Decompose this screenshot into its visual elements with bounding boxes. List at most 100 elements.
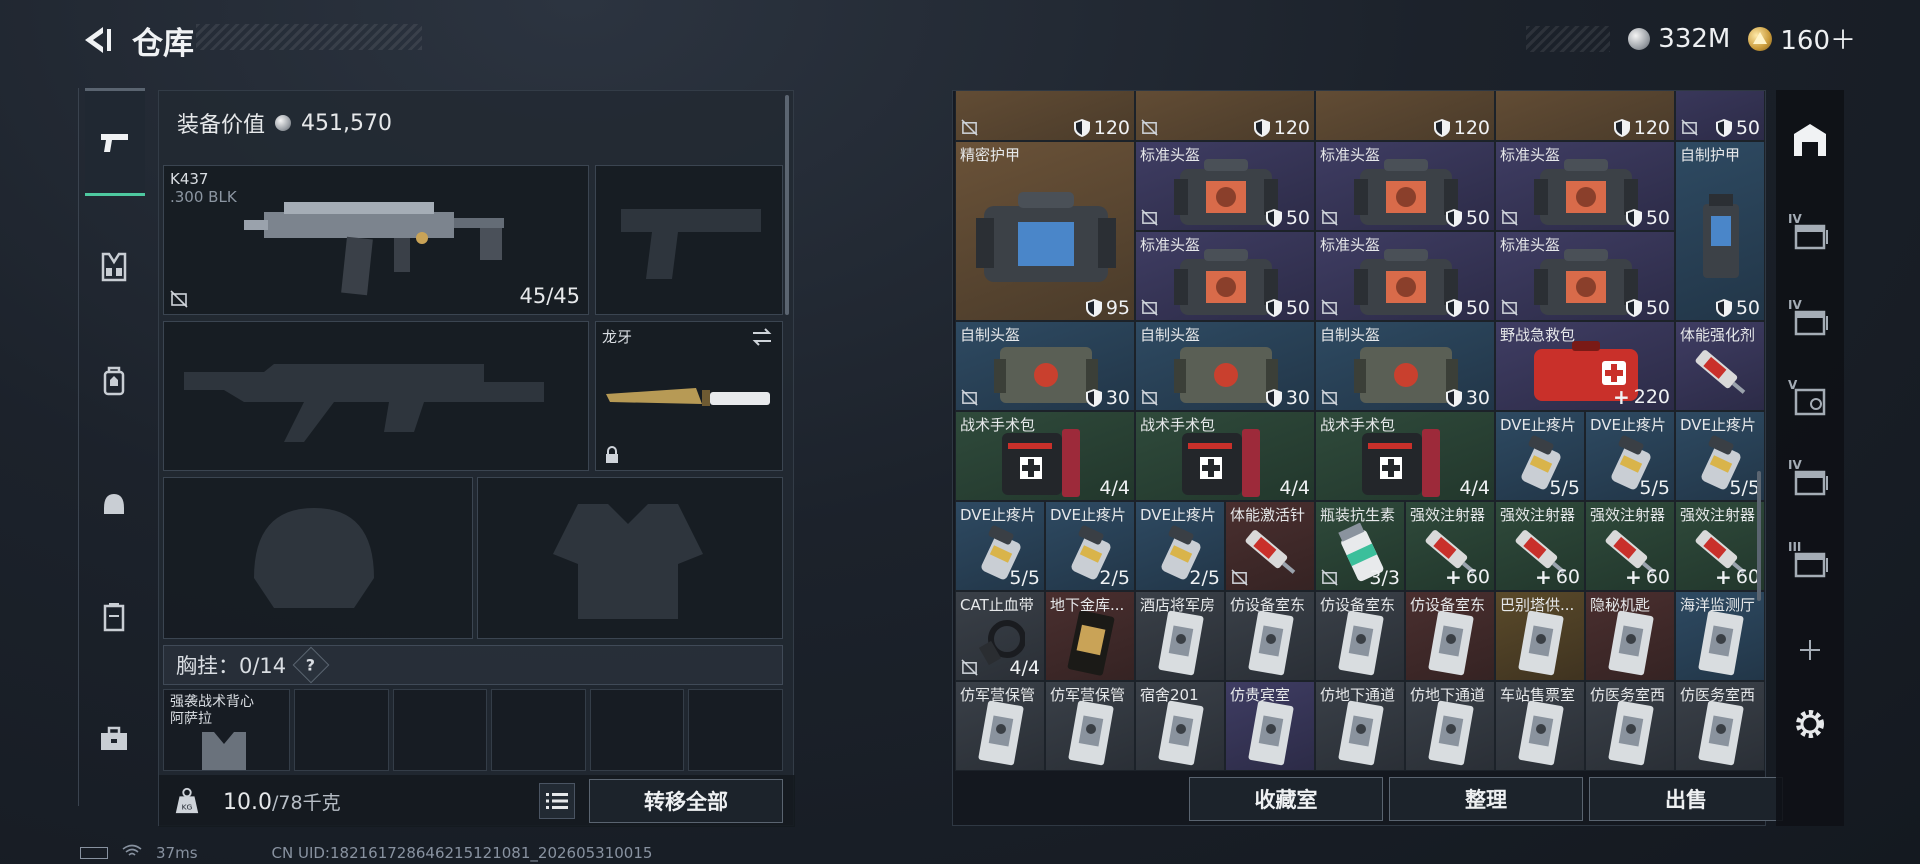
medical-item[interactable]: 强效注射器 +60 xyxy=(1585,500,1675,591)
standard-helmet-item[interactable]: 标准头盔 50 xyxy=(1135,230,1315,321)
tourniquet-item[interactable]: CAT止血带 4/4 xyxy=(955,590,1045,681)
self-helmet-item[interactable]: 自制头盔 30 xyxy=(1135,320,1315,411)
chest-rig-bar[interactable]: 胸挂：0/14 ? xyxy=(163,645,783,685)
keycard-item[interactable]: 宿舍201 xyxy=(1135,680,1225,771)
keycard-item[interactable]: 地下金库... xyxy=(1045,590,1135,681)
rail-tab-locker[interactable] xyxy=(85,588,143,646)
keycard-item[interactable]: 仿贵宾室 xyxy=(1225,680,1315,771)
medical-item[interactable]: 强效注射器 +60 xyxy=(1405,500,1495,591)
storage-tab-2[interactable]: IV xyxy=(1786,296,1834,344)
storage-tab-5[interactable]: III xyxy=(1786,538,1834,586)
help-icon[interactable]: ? xyxy=(292,646,330,684)
storage-tab-6[interactable] xyxy=(1786,626,1834,674)
keycard-item[interactable]: 仿设备室东 xyxy=(1225,590,1315,681)
storage-tab-1[interactable]: IV xyxy=(1786,210,1834,258)
gold-currency[interactable]: 160＋ xyxy=(1748,20,1856,57)
keycard-item[interactable]: 仿地下通道 xyxy=(1315,680,1405,771)
primary-weapon-slot[interactable]: K437 .300 BLK 45/45 xyxy=(163,165,589,315)
item-value: 120 xyxy=(1253,117,1310,139)
empty-slot[interactable] xyxy=(294,689,389,771)
storage-tab-3[interactable]: V xyxy=(1786,376,1834,424)
silver-currency[interactable]: 332M xyxy=(1628,24,1730,54)
standard-helmet-item[interactable]: 标准头盔 50 xyxy=(1135,140,1315,231)
keycard-item[interactable]: 巴别塔供... xyxy=(1495,590,1585,681)
precision-armor-item[interactable]: 精密护甲 95 xyxy=(955,140,1135,321)
armor-item[interactable]: 120 xyxy=(1315,91,1495,141)
armor-item[interactable]: 120 xyxy=(1135,91,1315,141)
armor-item[interactable]: 120 xyxy=(1495,91,1675,141)
keycard-item[interactable]: 仿医务室西 xyxy=(1585,680,1675,771)
keycard-item[interactable]: 仿设备室东 xyxy=(1405,590,1495,681)
rail-tab-weapons[interactable] xyxy=(85,88,145,196)
item-value: 5/5 xyxy=(1009,566,1040,589)
keycard-item[interactable]: 仿地下通道 xyxy=(1405,680,1495,771)
empty-slot[interactable] xyxy=(688,689,783,771)
medical-item[interactable]: 瓶装抗生素 3/3 xyxy=(1315,500,1405,591)
rail-tab-chest-rig[interactable] xyxy=(85,238,143,296)
equipment-value-amount: 451,570 xyxy=(301,110,392,136)
painkiller-item[interactable]: DVE止疼片 5/5 xyxy=(1675,410,1765,501)
surgery-kit-item[interactable]: 战术手术包 4/4 xyxy=(1315,410,1495,501)
self-armor-item[interactable]: 自制护甲 50 xyxy=(1675,140,1765,321)
ping-text: 37ms xyxy=(156,844,198,862)
item-value: 5/5 xyxy=(1549,476,1580,499)
melee-slot[interactable]: 龙牙 xyxy=(595,321,783,471)
medical-item[interactable]: 体能激活针 xyxy=(1225,500,1315,591)
standard-helmet-item[interactable]: 标准头盔 50 xyxy=(1315,230,1495,321)
equipment-scrollbar[interactable] xyxy=(785,95,789,315)
medical-item[interactable]: DVE止疼片 2/5 xyxy=(1135,500,1225,591)
surgery-kit-item[interactable]: 战术手术包 4/4 xyxy=(955,410,1135,501)
medical-item[interactable]: DVE止疼片 5/5 xyxy=(955,500,1045,591)
armor-item[interactable]: 50 xyxy=(1675,91,1765,141)
sidearm-slot[interactable] xyxy=(595,165,783,315)
rail-tab-toolbox[interactable] xyxy=(85,710,143,768)
transfer-all-button[interactable]: 转移全部 xyxy=(589,779,783,823)
body-armor-slot[interactable] xyxy=(477,477,783,639)
rail-tab-helmet[interactable] xyxy=(85,474,143,532)
keycard-item[interactable]: 海洋监测厅 xyxy=(1675,590,1765,681)
secondary-weapon-slot[interactable] xyxy=(163,321,589,471)
empty-slot[interactable] xyxy=(589,689,685,771)
keycard-item[interactable]: 车站售票室 xyxy=(1495,680,1585,771)
standard-helmet-item[interactable]: 标准头盔 50 xyxy=(1495,230,1675,321)
rail-tab-backpack[interactable] xyxy=(85,352,143,410)
empty-slot[interactable] xyxy=(491,689,586,771)
self-helmet-item[interactable]: 自制头盔 30 xyxy=(955,320,1135,411)
swap-icon[interactable] xyxy=(750,326,774,348)
helmet-slot[interactable] xyxy=(163,477,473,639)
inventory-scrollbar[interactable] xyxy=(1757,471,1761,601)
keycard-item[interactable]: 仿医务室西 xyxy=(1675,680,1765,771)
item-name: 标准头盔 xyxy=(1320,235,1381,254)
keycard-item[interactable]: 酒店将军房 xyxy=(1135,590,1225,681)
back-button[interactable] xyxy=(76,20,116,60)
self-helmet-item[interactable]: 自制头盔 30 xyxy=(1315,320,1495,411)
sell-button[interactable]: 出售 xyxy=(1589,777,1783,821)
keycard-item[interactable]: 仿军营保管 xyxy=(1045,680,1135,771)
item-value: 120 xyxy=(1433,117,1490,139)
standard-helmet-item[interactable]: 标准头盔 50 xyxy=(1495,140,1675,231)
organize-button[interactable]: 整理 xyxy=(1389,777,1583,821)
collection-room-button[interactable]: 收藏室 xyxy=(1189,777,1383,821)
list-view-button[interactable] xyxy=(539,783,575,819)
storage-tab-4[interactable]: IV xyxy=(1786,456,1834,504)
standard-helmet-item[interactable]: 标准头盔 50 xyxy=(1315,140,1495,231)
keycard-item[interactable]: 仿军营保管 xyxy=(955,680,1045,771)
pouch-slot[interactable]: 强袭战术背心 阿萨拉 xyxy=(163,689,291,771)
painkiller-item[interactable]: DVE止疼片 5/5 xyxy=(1585,410,1675,501)
stim-item[interactable]: 体能强化剂 xyxy=(1675,320,1765,411)
keycard-item[interactable]: 隐秘机匙 xyxy=(1585,590,1675,681)
item-name: 仿设备室东 xyxy=(1320,595,1396,614)
armor-item[interactable]: 120 xyxy=(955,91,1135,141)
storage-tab-7[interactable] xyxy=(1786,700,1834,748)
medical-item[interactable]: 强效注射器 +60 xyxy=(1675,500,1765,591)
surgery-kit-item[interactable]: 战术手术包 4/4 xyxy=(1135,410,1315,501)
empty-slot[interactable] xyxy=(392,689,488,771)
medical-item[interactable]: 强效注射器 +60 xyxy=(1495,500,1585,591)
storage-tab-0[interactable] xyxy=(1786,116,1834,164)
medical-item[interactable]: DVE止疼片 2/5 xyxy=(1045,500,1135,591)
keycard-item[interactable]: 仿设备室东 xyxy=(1315,590,1405,681)
vest-image xyxy=(202,732,246,770)
no-insure-icon xyxy=(961,388,978,406)
field-firstaid-item[interactable]: 野战急救包 +220 xyxy=(1495,320,1675,411)
painkiller-item[interactable]: DVE止疼片 5/5 xyxy=(1495,410,1585,501)
